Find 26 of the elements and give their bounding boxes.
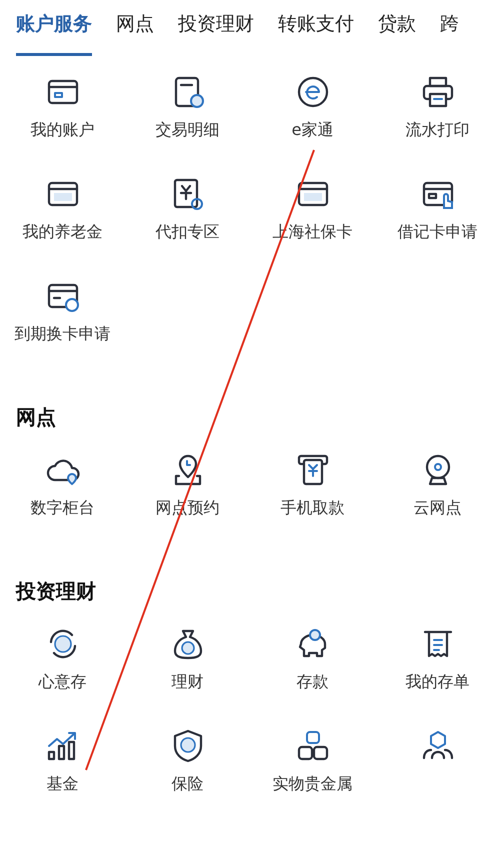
service-label[interactable]: 实物贵金属: [272, 772, 352, 796]
tab[interactable]: 投资理财: [178, 10, 254, 56]
service-label[interactable]: 存款: [296, 670, 328, 694]
service-label[interactable]: 到期换卡申请: [14, 322, 110, 346]
service-label[interactable]: 理财: [172, 670, 204, 694]
service-label[interactable]: 基金: [46, 772, 78, 796]
tab[interactable]: 账户服务: [16, 10, 92, 56]
service-label[interactable]: 手机取款: [280, 496, 344, 520]
tab[interactable]: 贷款: [378, 10, 416, 56]
service-label[interactable]: e家通: [292, 118, 334, 142]
service-label[interactable]: 数字柜台: [30, 496, 94, 520]
service-label[interactable]: 心意存: [38, 670, 86, 694]
section-title: 网点: [15, 404, 57, 431]
section-title: 投资理财: [14, 578, 97, 605]
tab[interactable]: 网点: [116, 10, 154, 56]
tab[interactable]: 转账支付: [278, 10, 354, 56]
service-label[interactable]: 我的账户: [30, 118, 94, 142]
service-label[interactable]: 云网点: [414, 496, 462, 520]
tab[interactable]: 跨: [440, 10, 459, 56]
service-label[interactable]: 借记卡申请: [398, 220, 478, 244]
service-label[interactable]: 代扣专区: [156, 220, 220, 244]
service-label[interactable]: 流水打印: [406, 118, 470, 142]
service-label[interactable]: 保险: [172, 772, 204, 796]
service-label[interactable]: 交易明细: [156, 118, 220, 142]
service-label[interactable]: 我的养老金: [22, 220, 102, 244]
service-label[interactable]: 我的存单: [406, 670, 470, 694]
